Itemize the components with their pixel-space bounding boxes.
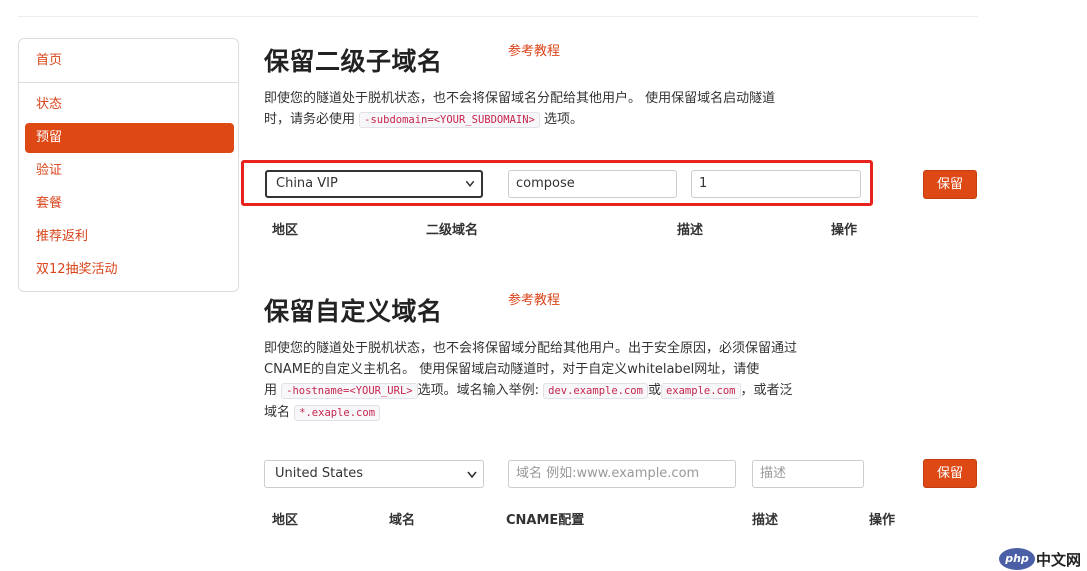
custom-desc-line3a: 用 <box>264 383 278 398</box>
subdomain-col-actions: 操作 <box>831 223 858 238</box>
custom-desc-line3b: 选项。域名输入举例: <box>417 383 539 398</box>
custom-description-input[interactable]: 描述 <box>752 460 864 488</box>
sidebar-item-status[interactable]: 状态 <box>25 90 234 120</box>
subdomain-input[interactable]: compose <box>508 170 677 198</box>
subdomain-description: 即使您的隧道处于脱机状态，也不会将保留域名分配给其他用户。 使用保留域名启动隧道… <box>264 88 854 131</box>
top-divider <box>18 16 978 17</box>
custom-col-cname: CNAME配置 <box>506 513 585 528</box>
example-subdomain-code: dev.example.com <box>543 383 648 399</box>
subdomain-desc-line1: 即使您的隧道处于脱机状态，也不会将保留域名分配给其他用户。 使用保留域名启动隧道 <box>264 91 776 106</box>
custom-col-actions: 操作 <box>869 513 896 528</box>
subdomain-region-value: China VIP <box>276 176 338 191</box>
custom-desc-line3c: 或 <box>647 383 661 398</box>
custom-desc-line2: CNAME的自定义主机名。 使用保留域启动隧道时，对于自定义whitelabel… <box>264 362 760 377</box>
chevron-down-icon <box>467 471 477 479</box>
sidebar-item-referral[interactable]: 推荐返利 <box>25 222 234 252</box>
custom-tutorial-link[interactable]: 参考教程 <box>508 289 560 308</box>
sidebar-item-verify[interactable]: 验证 <box>25 156 234 186</box>
sidebar-item-plans[interactable]: 套餐 <box>25 189 234 219</box>
sidebar-item-reserved[interactable]: 预留 <box>25 123 234 153</box>
sidebar-item-lottery[interactable]: 双12抽奖活动 <box>25 255 234 285</box>
subdomain-col-subdomain: 二级域名 <box>426 223 479 238</box>
custom-desc-line1: 即使您的隧道处于脱机状态，也不会将保留域分配给其他用户。出于安全原因，必须保留通… <box>264 341 798 356</box>
subdomain-flag-code: -subdomain=<YOUR_SUBDOMAIN> <box>359 112 540 128</box>
sidebar-nav: 首页 状态 预留 验证 套餐 推荐返利 双12抽奖活动 <box>18 38 239 292</box>
custom-col-region: 地区 <box>272 513 299 528</box>
custom-save-button[interactable]: 保留 <box>923 459 977 488</box>
custom-domain-title: 保留自定义域名 <box>264 297 443 326</box>
subdomain-col-region: 地区 <box>272 223 299 238</box>
wildcard-domain-code: *.exaple.com <box>294 405 381 421</box>
sidebar-divider <box>19 82 238 83</box>
chevron-down-icon <box>465 180 475 188</box>
php-logo: php <box>999 548 1035 570</box>
custom-col-domain: 域名 <box>389 513 416 528</box>
custom-domain-placeholder: 域名 例如:www.example.com <box>516 466 700 481</box>
subdomain-input-value: compose <box>516 176 575 191</box>
custom-desc-line3d: ，或者泛 <box>740 383 793 398</box>
custom-region-select[interactable]: United States <box>264 460 484 488</box>
subdomain-title: 保留二级子域名 <box>264 47 443 76</box>
subdomain-save-button[interactable]: 保留 <box>923 170 977 199</box>
subdomain-description-input[interactable]: 1 <box>691 170 861 198</box>
sidebar-item-home[interactable]: 首页 <box>25 46 234 76</box>
subdomain-col-description: 描述 <box>677 223 704 238</box>
watermark-text: 中文网 <box>1036 551 1082 569</box>
custom-col-description: 描述 <box>752 513 779 528</box>
subdomain-desc-line2: 时，请务必使用 <box>264 112 356 127</box>
custom-description: 即使您的隧道处于脱机状态，也不会将保留域分配给其他用户。出于安全原因，必须保留通… <box>264 338 864 424</box>
subdomain-description-value: 1 <box>699 176 708 191</box>
subdomain-region-select[interactable]: China VIP <box>265 170 483 198</box>
hostname-flag-code: -hostname=<YOUR_URL> <box>281 383 418 399</box>
custom-domain-input[interactable]: 域名 例如:www.example.com <box>508 460 736 488</box>
custom-desc-line4a: 域名 <box>264 405 291 420</box>
subdomain-tutorial-link[interactable]: 参考教程 <box>508 40 560 59</box>
subdomain-desc-line2-end: 选项。 <box>543 112 583 127</box>
custom-description-placeholder: 描述 <box>760 466 787 481</box>
custom-region-value: United States <box>275 466 364 481</box>
example-domain-code: example.com <box>660 383 741 399</box>
